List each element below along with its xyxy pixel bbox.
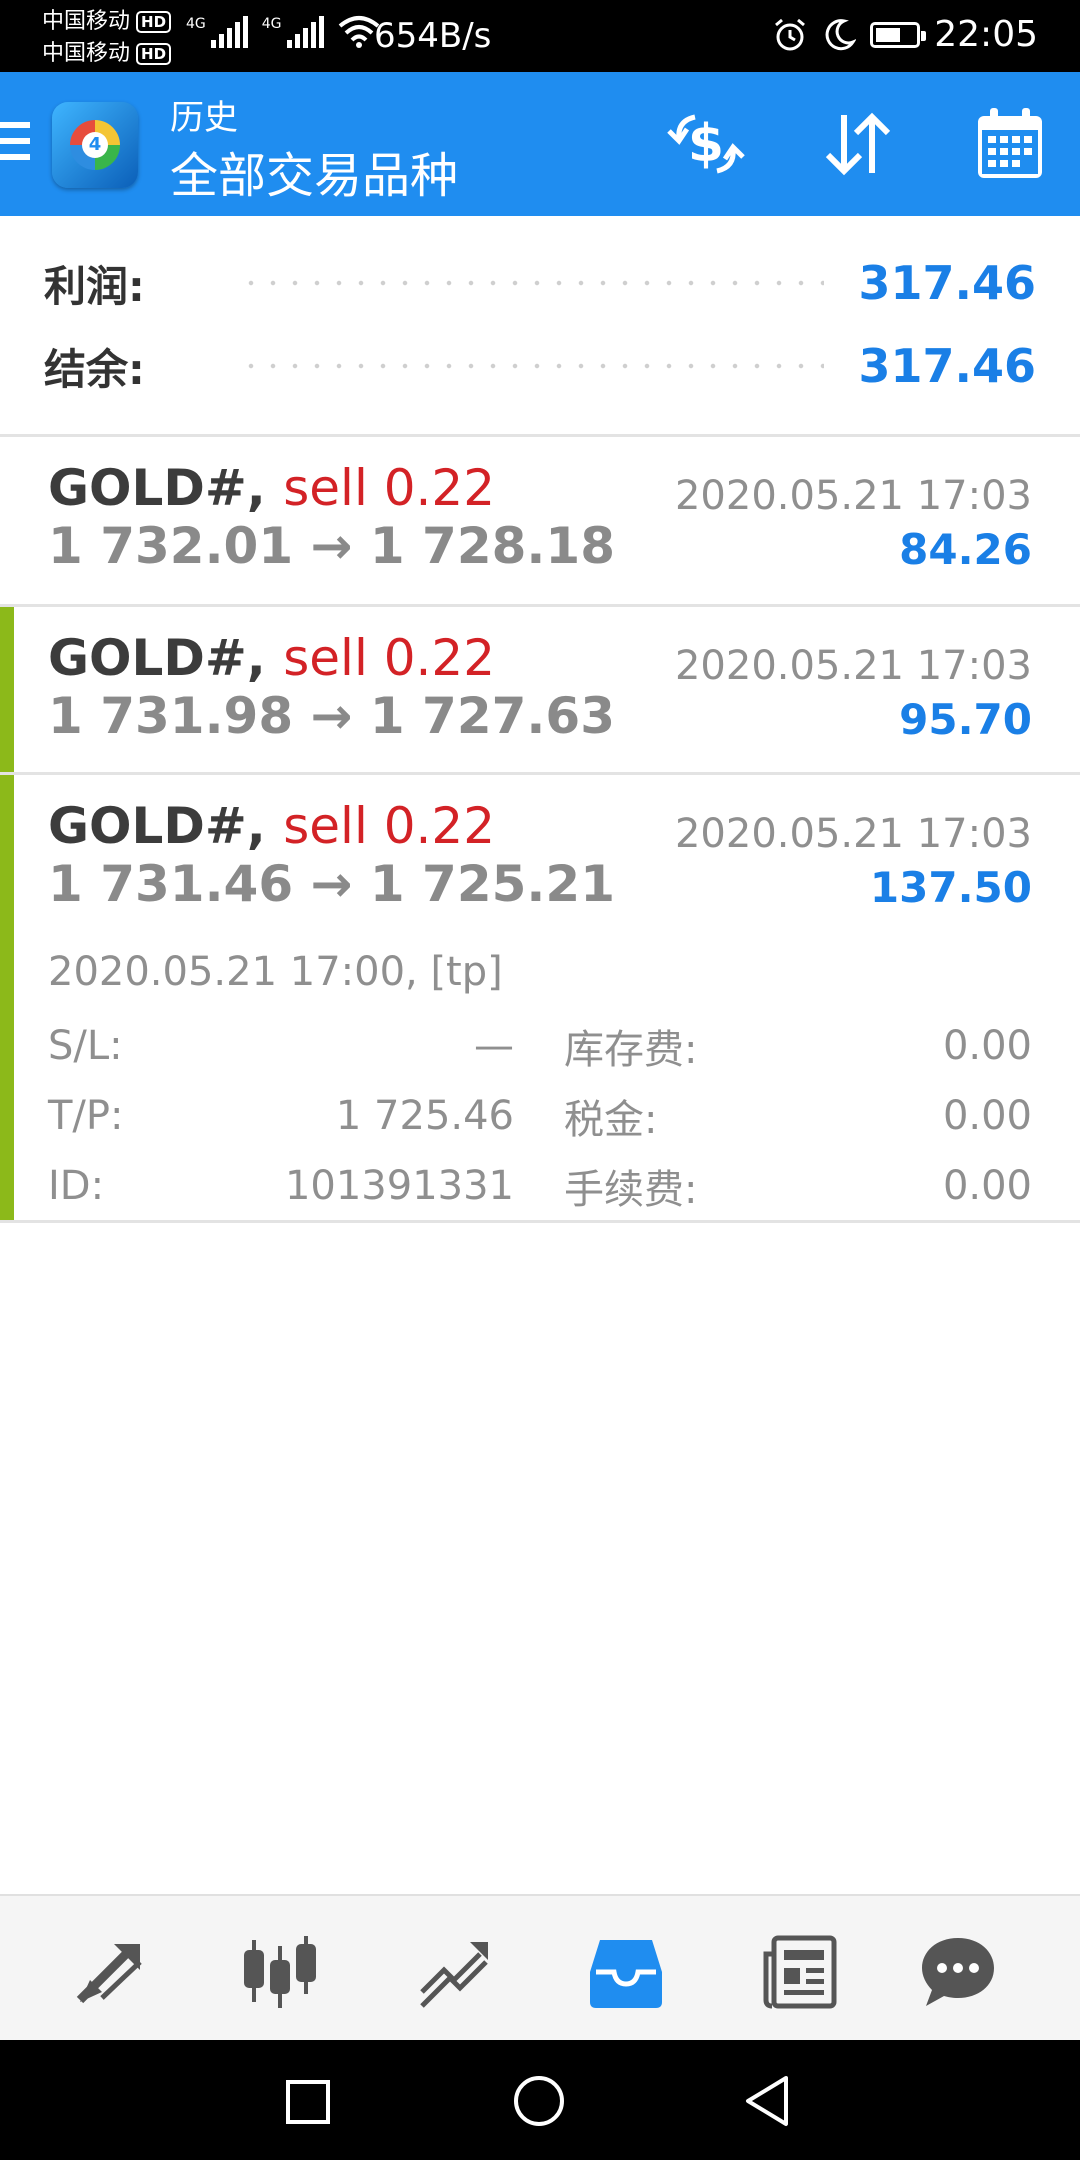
- history-icon: [590, 1940, 662, 2008]
- deal-row-expanded[interactable]: GOLD#, sell 0.22 1 731.46 → 1 725.21 202…: [0, 775, 1080, 1223]
- tp-label: T/P:: [48, 1093, 124, 1139]
- system-navigation-bar: [0, 2040, 1080, 2160]
- hd-badge: HD: [136, 43, 172, 65]
- deal-side: sell 0.22: [283, 797, 496, 855]
- sl-label: S/L:: [48, 1023, 123, 1069]
- deal-accent-bar: [0, 775, 14, 1220]
- carrier-1: 中国移动: [42, 9, 131, 34]
- carrier-2: 中国移动: [42, 41, 131, 66]
- currency-exchange-icon: $: [667, 114, 745, 174]
- deal-side: sell 0.22: [283, 629, 496, 687]
- deal-row[interactable]: GOLD#, sell 0.22 1 731.98 → 1 727.63 202…: [0, 607, 1080, 775]
- deal-time: 2020.05.21 17:03: [674, 473, 1032, 519]
- dotted-leader: [240, 361, 825, 371]
- menu-icon[interactable]: [0, 122, 30, 170]
- calendar-button[interactable]: [962, 96, 1058, 192]
- balance-value: 317.46: [858, 339, 1036, 393]
- history-tab[interactable]: [586, 1932, 666, 2012]
- battery-icon: [870, 21, 927, 48]
- tp-value: 1 725.46: [335, 1093, 514, 1139]
- summary-panel: 利润: 317.46 结余: 317.46: [0, 216, 1080, 437]
- commission-value: 0.00: [942, 1163, 1032, 1209]
- deal-symbol: GOLD#, sell 0.22: [48, 459, 496, 517]
- chart-icon: [244, 1936, 316, 2008]
- trade-tab[interactable]: [414, 1932, 494, 2012]
- chat-icon: [922, 1938, 994, 2006]
- profit-value: 317.46: [858, 256, 1036, 310]
- deal-time: 2020.05.21 17:03: [674, 811, 1032, 857]
- deal-details: S/L: — 库存费: 0.00 T/P: 1 725.46 税金: 0.00 …: [48, 1011, 1032, 1221]
- deal-time: 2020.05.21 17:03: [674, 643, 1032, 689]
- status-bar: 中国移动 HD 中国移动 HD 4G 4G 654B/s 22:05: [0, 0, 1080, 72]
- id-value: 101391331: [284, 1163, 514, 1209]
- dotted-leader: [240, 278, 825, 288]
- hd-badge: HD: [136, 11, 172, 33]
- app-bar: 4 历史 全部交易品种 $: [0, 72, 1080, 216]
- tax-label: 税金:: [564, 1097, 658, 1143]
- quotes-tab[interactable]: [70, 1932, 150, 2012]
- signal-icon: 4G: [186, 16, 248, 48]
- commission-label: 手续费:: [564, 1167, 698, 1213]
- chart-tab[interactable]: [240, 1932, 320, 2012]
- chat-tab[interactable]: [918, 1932, 998, 2012]
- profit-row: 利润: 317.46: [44, 253, 1036, 313]
- trade-icon: [420, 1942, 488, 2008]
- deal-symbol: GOLD#, sell 0.22: [48, 797, 496, 855]
- profit-label: 利润:: [44, 261, 145, 311]
- alarm-icon: [775, 18, 806, 50]
- deal-symbol: GOLD#, sell 0.22: [48, 629, 496, 687]
- page-subtitle: 历史: [170, 98, 238, 138]
- sl-value: —: [474, 1023, 514, 1069]
- balance-label: 结余:: [44, 344, 145, 394]
- back-icon[interactable]: [742, 2074, 792, 2128]
- news-icon: [763, 1935, 837, 2009]
- swap-value: 0.00: [942, 1023, 1032, 1069]
- bottom-navigation: [0, 1894, 1080, 2042]
- svg-text:$: $: [688, 114, 724, 174]
- deal-profit: 137.50: [869, 863, 1032, 912]
- deal-prices: 1 732.01 → 1 728.18: [48, 517, 615, 575]
- signal-indicators: 4G 4G: [186, 14, 380, 48]
- clock: 22:05: [934, 14, 1038, 55]
- sort-button[interactable]: [810, 96, 906, 192]
- deal-accent-bar: [0, 607, 14, 772]
- signal-icon: 4G: [262, 16, 324, 48]
- deal-prices: 1 731.46 → 1 725.21: [48, 855, 615, 913]
- quotes-icon: [76, 1944, 142, 2004]
- home-icon[interactable]: [512, 2074, 566, 2128]
- moon-icon: [825, 18, 857, 50]
- news-tab[interactable]: [760, 1932, 840, 2012]
- page-title[interactable]: 全部交易品种: [170, 136, 458, 206]
- swap-label: 库存费:: [564, 1027, 698, 1073]
- balance-row: 结余: 317.46: [44, 336, 1036, 396]
- carrier-info: 中国移动 HD 中国移动 HD: [42, 6, 172, 70]
- recents-icon[interactable]: [284, 2078, 332, 2126]
- sort-icon: [825, 112, 891, 176]
- calendar-icon: [978, 108, 1042, 178]
- deal-profit: 84.26: [899, 525, 1032, 574]
- app-logo: 4: [52, 102, 138, 188]
- deal-open-time: 2020.05.21 17:00, [tp]: [48, 949, 503, 995]
- currency-exchange-button[interactable]: $: [658, 96, 754, 192]
- tax-value: 0.00: [942, 1093, 1032, 1139]
- deal-side: sell 0.22: [283, 459, 496, 517]
- deal-row[interactable]: GOLD#, sell 0.22 1 732.01 → 1 728.18 202…: [0, 437, 1080, 607]
- network-speed: 654B/s: [374, 16, 492, 56]
- deal-profit: 95.70: [899, 695, 1032, 744]
- deal-prices: 1 731.98 → 1 727.63: [48, 687, 615, 745]
- id-label: ID:: [48, 1163, 105, 1209]
